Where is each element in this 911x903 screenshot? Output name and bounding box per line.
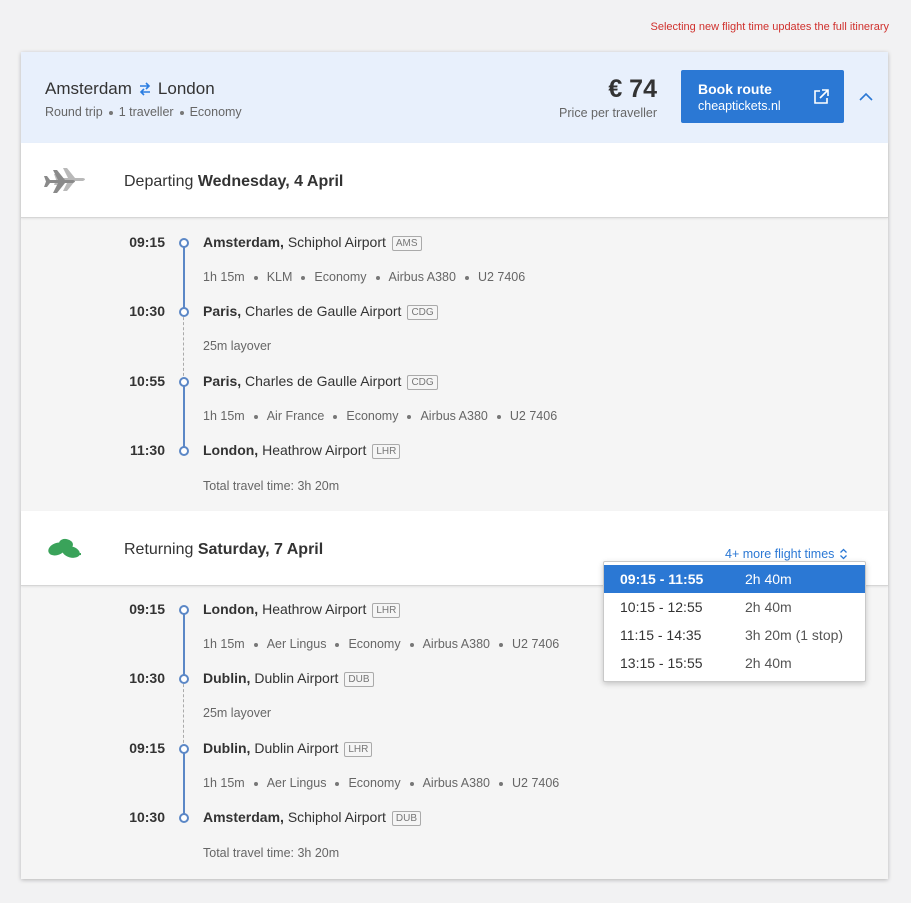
origin-city: Amsterdam: [45, 79, 132, 98]
booking-site: cheaptickets.nl: [698, 99, 781, 113]
flight-times-dropdown: 09:15 - 11:55 2h 40m 10:15 - 12:55 2h 40m …: [603, 561, 866, 682]
external-link-icon: [814, 89, 829, 104]
stop-row: 09:15 Dublin, Dublin Airport LHR: [21, 740, 888, 760]
flight-info: 1h 15m KLM Economy Airbus A380 U2 7406: [203, 270, 526, 284]
stop-time: 09:15: [129, 740, 165, 756]
airport-code: CDG: [407, 305, 438, 320]
cabin-class: Economy: [189, 105, 242, 119]
stop-row: 10:55 Paris, Charles de Gaulle Airport CD…: [21, 373, 888, 393]
more-flight-times-label: 4+ more flight times: [725, 547, 835, 561]
stop-time: 09:15: [129, 234, 165, 250]
airport-code: DUB: [344, 672, 374, 687]
stop-place: Dublin, Dublin Airport LHR: [203, 740, 373, 757]
stop-place: Paris, Charles de Gaulle Airport CDG: [203, 303, 438, 320]
sort-chevrons-icon: [840, 548, 848, 560]
shamrock-icon: [48, 538, 81, 558]
stop-place: Amsterdam, Schiphol Airport DUB: [203, 809, 421, 826]
airport-code: LHR: [372, 603, 401, 618]
returning-title: Returning Saturday, 7 April: [124, 541, 323, 559]
airport-code: AMS: [391, 236, 422, 251]
stop-time: 11:30: [129, 442, 165, 458]
stop-time: 09:15: [129, 601, 165, 617]
departing-title: Departing Wednesday, 4 April: [124, 173, 343, 191]
book-route-button[interactable]: Book route cheaptickets.nl: [681, 70, 844, 123]
route-title: Amsterdam London: [45, 79, 215, 99]
itinerary-card: Amsterdam London Round trip 1 traveller Ec…: [21, 52, 888, 879]
stop-row: 09:15 Amsterdam, Schiphol Airport AMS: [21, 234, 888, 254]
flight-time-option[interactable]: 13:15 - 15:55 2h 40m: [604, 649, 865, 677]
stop-time: 10:30: [129, 303, 165, 319]
stop-place: Dublin, Dublin Airport DUB: [203, 670, 374, 687]
departing-label: Departing: [124, 173, 194, 190]
trip-meta: Round trip 1 traveller Economy: [45, 105, 242, 119]
price-label: Price per traveller: [559, 106, 657, 120]
stop-time: 10:55: [129, 373, 165, 389]
stop-row: 11:30 London, Heathrow Airport LHR: [21, 442, 888, 462]
stop-time: 10:30: [129, 670, 165, 686]
layover-info: 25m layover: [203, 339, 272, 353]
flight-time-option[interactable]: 11:15 - 14:35 3h 20m (1 stop): [604, 621, 865, 649]
more-flight-times-button[interactable]: 4+ more flight times: [725, 547, 848, 561]
book-route-label: Book route: [698, 81, 772, 97]
stop-place: Paris, Charles de Gaulle Airport CDG: [203, 373, 438, 390]
departing-leg-header: Departing Wednesday, 4 April: [21, 143, 888, 218]
chevron-up-icon[interactable]: [857, 88, 875, 106]
stop-place: London, Heathrow Airport LHR: [203, 601, 401, 618]
stop-place: Amsterdam, Schiphol Airport AMS: [203, 234, 422, 251]
flight-time-option[interactable]: 09:15 - 11:55 2h 40m: [604, 565, 865, 593]
returning-label: Returning: [124, 541, 194, 558]
departing-date: Wednesday, 4 April: [197, 173, 344, 190]
traveller-count: 1 traveller: [118, 105, 174, 119]
stop-row: 10:30 Paris, Charles de Gaulle Airport CD…: [21, 303, 888, 323]
stop-time: 10:30: [129, 809, 165, 825]
price: € 74: [608, 75, 657, 103]
airport-code: LHR: [344, 742, 373, 757]
total-travel-time: Total travel time: 3h 20m: [203, 846, 340, 860]
total-travel-time: Total travel time: 3h 20m: [203, 479, 340, 493]
airport-code: LHR: [372, 444, 401, 459]
trip-type: Round trip: [45, 105, 103, 119]
swap-arrows-icon: [139, 82, 151, 96]
destination-city: London: [157, 79, 215, 98]
stop-place: London, Heathrow Airport LHR: [203, 442, 401, 459]
flight-time-option[interactable]: 10:15 - 12:55 2h 40m: [604, 593, 865, 621]
stop-row: 10:30 Amsterdam, Schiphol Airport DUB: [21, 809, 888, 829]
airplanes-icon: [44, 168, 85, 193]
layover-info: 25m layover: [203, 706, 272, 720]
flight-info: 1h 15m Air France Economy Airbus A380 U2 740…: [203, 409, 558, 423]
trip-header: Amsterdam London Round trip 1 traveller Ec…: [21, 52, 888, 143]
returning-date: Saturday, 7 April: [197, 541, 324, 558]
flight-info: 1h 15m Aer Lingus Economy Airbus A380 U2 740…: [203, 776, 560, 790]
airport-code: DUB: [391, 811, 421, 826]
airport-code: CDG: [407, 375, 438, 390]
itinerary-note: Selecting new flight time updates the fu…: [650, 21, 889, 33]
